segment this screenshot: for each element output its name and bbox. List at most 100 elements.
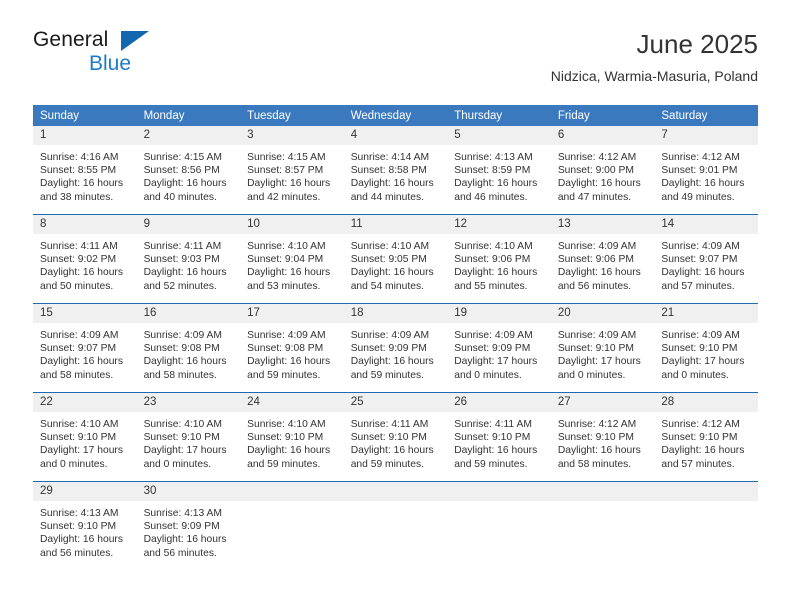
daylight-line2: and 0 minutes. xyxy=(454,369,522,381)
day-number: 28 xyxy=(654,393,758,412)
sunrise-text: Sunrise: 4:13 AM xyxy=(40,508,119,519)
day-number: 13 xyxy=(550,215,655,234)
day-number: 3 xyxy=(240,126,344,145)
day-cell[interactable]: 23 Sunrise: 4:10 AM Sunset: 9:10 PM Dayl… xyxy=(136,392,241,482)
daylight-line1: Daylight: 17 hours xyxy=(661,356,745,368)
day-details xyxy=(344,501,448,507)
daylight-line2: and 59 minutes. xyxy=(247,458,321,470)
sunset-text: Sunset: 9:08 PM xyxy=(247,343,324,355)
sunrise-text: Sunrise: 4:09 AM xyxy=(350,330,430,341)
day-cell[interactable]: 4 Sunrise: 4:14 AM Sunset: 8:58 PM Dayli… xyxy=(343,126,448,215)
week-row: 1 Sunrise: 4:16 AM Sunset: 8:55 PM Dayli… xyxy=(33,126,758,215)
sunrise-text: Sunrise: 4:09 AM xyxy=(661,330,740,341)
day-details xyxy=(654,501,758,507)
day-cell[interactable]: 25 Sunrise: 4:11 AM Sunset: 9:10 PM Dayl… xyxy=(343,392,448,482)
daylight-line2: and 50 minutes. xyxy=(40,280,114,292)
day-details: Sunrise: 4:12 AM Sunset: 9:01 PM Dayligh… xyxy=(654,145,758,204)
sunrise-text: Sunrise: 4:10 AM xyxy=(247,241,326,252)
day-details: Sunrise: 4:16 AM Sunset: 8:55 PM Dayligh… xyxy=(33,145,137,204)
sunrise-text: Sunrise: 4:09 AM xyxy=(247,330,326,341)
day-number: 14 xyxy=(654,215,758,234)
sunset-text: Sunset: 9:09 PM xyxy=(143,521,220,533)
day-cell[interactable]: 7 Sunrise: 4:12 AM Sunset: 9:01 PM Dayli… xyxy=(654,126,758,215)
sunset-text: Sunset: 9:10 PM xyxy=(661,432,738,444)
daylight-line2: and 56 minutes. xyxy=(557,280,632,292)
day-number: 4 xyxy=(343,126,448,145)
day-number: 24 xyxy=(240,393,344,412)
day-details: Sunrise: 4:10 AM Sunset: 9:10 PM Dayligh… xyxy=(240,412,344,471)
day-cell[interactable]: 9 Sunrise: 4:11 AM Sunset: 9:03 PM Dayli… xyxy=(136,214,241,304)
day-cell[interactable]: 10 Sunrise: 4:10 AM Sunset: 9:04 PM Dayl… xyxy=(240,214,344,304)
day-details xyxy=(551,501,655,507)
day-cell[interactable]: 21 Sunrise: 4:09 AM Sunset: 9:10 PM Dayl… xyxy=(654,303,758,393)
day-cell[interactable]: 15 Sunrise: 4:09 AM Sunset: 9:07 PM Dayl… xyxy=(33,303,137,393)
day-cell[interactable]: 22 Sunrise: 4:10 AM Sunset: 9:10 PM Dayl… xyxy=(33,392,137,482)
day-cell[interactable]: 28 Sunrise: 4:12 AM Sunset: 9:10 PM Dayl… xyxy=(654,392,758,482)
sunrise-text: Sunrise: 4:10 AM xyxy=(247,419,326,430)
day-number: 19 xyxy=(447,304,551,323)
day-number xyxy=(447,482,551,501)
day-details: Sunrise: 4:09 AM Sunset: 9:10 PM Dayligh… xyxy=(654,323,758,382)
sunset-text: Sunset: 9:06 PM xyxy=(454,254,531,266)
day-number: 17 xyxy=(240,304,344,323)
sunset-text: Sunset: 8:57 PM xyxy=(247,165,324,177)
sunrise-text: Sunrise: 4:09 AM xyxy=(557,241,637,252)
day-cell[interactable]: 6 Sunrise: 4:12 AM Sunset: 9:00 PM Dayli… xyxy=(550,126,655,215)
sunrise-text: Sunrise: 4:09 AM xyxy=(143,330,222,341)
sunset-text: Sunset: 9:01 PM xyxy=(661,165,738,177)
day-cell[interactable]: 26 Sunrise: 4:11 AM Sunset: 9:10 PM Dayl… xyxy=(447,392,551,482)
day-cell[interactable]: 11 Sunrise: 4:10 AM Sunset: 9:05 PM Dayl… xyxy=(343,214,448,304)
day-cell[interactable]: 13 Sunrise: 4:09 AM Sunset: 9:06 PM Dayl… xyxy=(550,214,655,304)
day-cell[interactable]: 24 Sunrise: 4:10 AM Sunset: 9:10 PM Dayl… xyxy=(240,392,344,482)
day-details: Sunrise: 4:13 AM Sunset: 9:10 PM Dayligh… xyxy=(33,501,137,560)
day-cell[interactable]: 30 Sunrise: 4:13 AM Sunset: 9:09 PM Dayl… xyxy=(136,481,241,570)
daylight-line1: Daylight: 17 hours xyxy=(40,445,123,457)
day-cell[interactable]: 3 Sunrise: 4:15 AM Sunset: 8:57 PM Dayli… xyxy=(240,126,344,215)
day-cell[interactable]: 19 Sunrise: 4:09 AM Sunset: 9:09 PM Dayl… xyxy=(447,303,551,393)
daylight-line1: Daylight: 16 hours xyxy=(40,534,123,546)
day-details: Sunrise: 4:15 AM Sunset: 8:57 PM Dayligh… xyxy=(240,145,344,204)
daylight-line1: Daylight: 17 hours xyxy=(143,445,227,457)
day-number: 6 xyxy=(550,126,655,145)
day-cell[interactable]: 27 Sunrise: 4:12 AM Sunset: 9:10 PM Dayl… xyxy=(550,392,655,482)
day-cell-empty xyxy=(343,481,448,570)
calendar-grid: Sunday Monday Tuesday Wednesday Thursday… xyxy=(33,105,758,570)
day-cell[interactable]: 20 Sunrise: 4:09 AM Sunset: 9:10 PM Dayl… xyxy=(550,303,655,393)
day-number: 20 xyxy=(550,304,655,323)
day-cell[interactable]: 18 Sunrise: 4:09 AM Sunset: 9:09 PM Dayl… xyxy=(343,303,448,393)
day-details: Sunrise: 4:13 AM Sunset: 9:09 PM Dayligh… xyxy=(137,501,241,560)
day-cell[interactable]: 16 Sunrise: 4:09 AM Sunset: 9:08 PM Dayl… xyxy=(136,303,241,393)
day-number: 25 xyxy=(343,393,448,412)
daylight-line2: and 54 minutes. xyxy=(350,280,424,292)
sunset-text: Sunset: 9:10 PM xyxy=(40,521,117,533)
daylight-line1: Daylight: 16 hours xyxy=(350,267,434,279)
day-details: Sunrise: 4:09 AM Sunset: 9:09 PM Dayligh… xyxy=(344,323,448,382)
day-cell[interactable]: 5 Sunrise: 4:13 AM Sunset: 8:59 PM Dayli… xyxy=(447,126,551,215)
daylight-line1: Daylight: 16 hours xyxy=(557,445,641,457)
daylight-line1: Daylight: 16 hours xyxy=(661,178,745,190)
sunrise-text: Sunrise: 4:11 AM xyxy=(350,419,429,430)
sunset-text: Sunset: 9:10 PM xyxy=(247,432,324,444)
daylight-line1: Daylight: 16 hours xyxy=(247,445,331,457)
day-cell[interactable]: 1 Sunrise: 4:16 AM Sunset: 8:55 PM Dayli… xyxy=(33,126,137,215)
day-cell-empty xyxy=(447,481,551,570)
daylight-line2: and 57 minutes. xyxy=(661,280,735,292)
daylight-line2: and 38 minutes. xyxy=(40,191,114,203)
page-title: June 2025 xyxy=(636,29,758,59)
daylight-line1: Daylight: 16 hours xyxy=(40,356,123,368)
day-cell[interactable]: 12 Sunrise: 4:10 AM Sunset: 9:06 PM Dayl… xyxy=(447,214,551,304)
day-cell[interactable]: 8 Sunrise: 4:11 AM Sunset: 9:02 PM Dayli… xyxy=(33,214,137,304)
sunrise-text: Sunrise: 4:15 AM xyxy=(143,152,222,163)
generalblue-logo[interactable]: General Blue xyxy=(33,28,163,84)
day-cell[interactable]: 17 Sunrise: 4:09 AM Sunset: 9:08 PM Dayl… xyxy=(240,303,344,393)
sunrise-text: Sunrise: 4:11 AM xyxy=(454,419,532,430)
daylight-line2: and 53 minutes. xyxy=(247,280,321,292)
day-number: 21 xyxy=(654,304,758,323)
day-cell[interactable]: 14 Sunrise: 4:09 AM Sunset: 9:07 PM Dayl… xyxy=(654,214,758,304)
day-cell[interactable]: 2 Sunrise: 4:15 AM Sunset: 8:56 PM Dayli… xyxy=(136,126,241,215)
day-details: Sunrise: 4:09 AM Sunset: 9:07 PM Dayligh… xyxy=(33,323,137,382)
location-subtitle: Nidzica, Warmia-Masuria, Poland xyxy=(550,68,758,84)
day-cell[interactable]: 29 Sunrise: 4:13 AM Sunset: 9:10 PM Dayl… xyxy=(33,481,137,570)
day-number: 30 xyxy=(136,482,241,501)
sunset-text: Sunset: 9:08 PM xyxy=(143,343,220,355)
